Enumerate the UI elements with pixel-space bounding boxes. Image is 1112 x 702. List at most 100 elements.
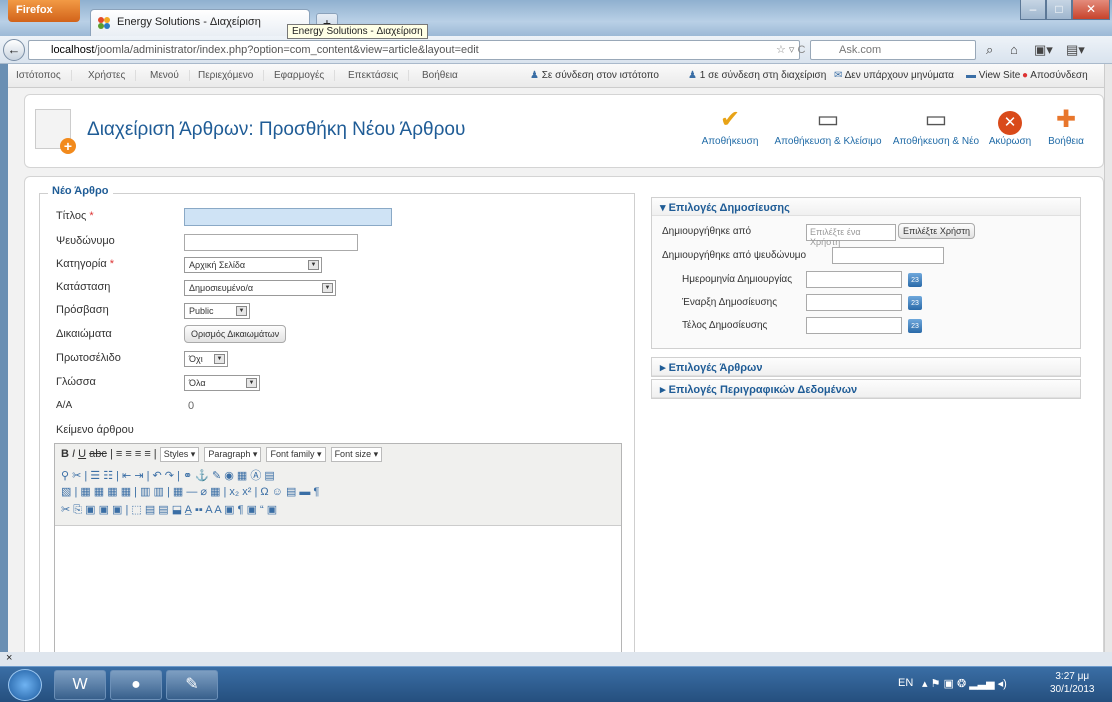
calendar-icon[interactable]: 23 <box>908 319 922 333</box>
toolbar-row-2[interactable]: ⚲ ✂ | ☰ ☷ | ⇤ ⇥ | ↶ ↷ | ⚭ ⚓ ✎ ◉ ▦ Ⓐ ▤ <box>61 467 275 483</box>
reload-icon[interactable]: ☆ ▿ C <box>776 43 805 56</box>
lifebuoy-icon: ✚ <box>1055 106 1077 133</box>
font-size-value: Font size <box>334 449 372 459</box>
logout-link[interactable]: ● Αποσύνδεση <box>1022 70 1088 81</box>
italic-icon[interactable]: I <box>72 448 75 460</box>
metadata-options-panel[interactable]: ▸ Επιλογές Περιγραφικών Δεδομένων <box>651 379 1081 399</box>
search-engine-label: Ask.com <box>839 44 882 56</box>
article-add-icon: + <box>35 109 76 154</box>
help-button[interactable]: ✚ Βοήθεια <box>1043 106 1089 148</box>
tab-title: Energy Solutions - Διαχείριση <box>117 16 261 28</box>
font-size-select[interactable]: Font size ▾ <box>330 447 383 462</box>
messages-status[interactable]: ✉ Δεν υπάρχουν μηνύματα <box>834 70 954 81</box>
created-by-input[interactable]: Επιλέξτε ένα Χρήστη <box>806 224 896 247</box>
close-icon[interactable]: × <box>6 652 12 664</box>
view-site-link[interactable]: ▬ View Site <box>966 70 1020 81</box>
page-scrollbar[interactable] <box>1104 64 1112 652</box>
bold-icon[interactable]: B <box>61 448 69 460</box>
select-user-button[interactable]: Επιλέξτε Χρήστη <box>898 223 976 239</box>
word-taskbar-icon[interactable]: W <box>54 670 106 700</box>
category-label: Κατηγορία * <box>56 258 114 270</box>
admin-users-label: 1 σε σύνδεση στη διαχείριση <box>699 70 827 81</box>
users-icon: ♟ <box>688 70 697 81</box>
save-new-button[interactable]: ▭ Αποθήκευση & Νέο <box>891 107 981 148</box>
font-family-select[interactable]: Font family ▾ <box>266 447 326 462</box>
id-label: Α/Α <box>56 400 73 411</box>
browser-tab[interactable]: Energy Solutions - Διαχείριση <box>90 9 310 36</box>
access-select[interactable]: Public ▼ <box>184 303 250 319</box>
paint-taskbar-icon[interactable]: ✎ <box>166 670 218 700</box>
monitor-icon: ▬ <box>966 70 976 81</box>
toolbar-row-1: B I U abc | ≡ ≡ ≡ ≡ | Styles ▾ Paragraph… <box>61 447 384 462</box>
publishing-options-header[interactable]: ▾ Επιλογές Δημοσίευσης <box>652 198 1080 216</box>
firefox-taskbar-icon[interactable]: ● <box>110 670 162 700</box>
save-close-label: Αποθήκευση & Κλείσιμο <box>774 136 882 147</box>
calendar-icon[interactable]: 23 <box>908 296 922 310</box>
underline-icon[interactable]: U <box>78 448 86 460</box>
search-icon[interactable]: ⌕ <box>986 42 993 58</box>
access-label: Πρόσβαση <box>56 304 109 316</box>
content-area: Νέο Άρθρο Τίτλος * Ψευδώνυμο Κατηγορία *… <box>24 176 1104 663</box>
tray-icons[interactable]: ▴ ⚑ ▣ ❂ ▂▃▅ ◂) <box>922 677 1007 690</box>
browser-titlebar: Firefox Energy Solutions - Διαχείριση + … <box>0 0 1112 39</box>
strikethrough-icon[interactable]: abc <box>89 448 107 460</box>
title-label: Τίτλος * <box>56 210 94 222</box>
metadata-options-header[interactable]: ▸ Επιλογές Περιγραφικών Δεδομένων <box>652 380 1080 398</box>
category-value: Αρχική Σελίδα <box>189 260 246 270</box>
save-label: Αποθήκευση <box>701 136 759 147</box>
cancel-button[interactable]: ✕ Ακύρωση <box>987 107 1033 147</box>
state-select[interactable]: Δημοσιευμένο/α ▼ <box>184 280 336 296</box>
title-label-text: Τίτλος <box>56 210 87 222</box>
toolbar-row-3[interactable]: ▧ | ▦ ▦ ▦ ▦ | ▥ ▥ | ▦ ― ⌀ ▦ | x₂ x² | Ω … <box>61 485 319 498</box>
windows-start-icon[interactable] <box>8 669 42 701</box>
save-close-button[interactable]: ▭ Αποθήκευση & Κλείσιμο <box>773 107 883 148</box>
close-window-button[interactable]: ✕ <box>1072 0 1110 20</box>
language-select[interactable]: Όλα ▼ <box>184 375 260 391</box>
featured-select[interactable]: Όχι ▼ <box>184 351 228 367</box>
styles-select[interactable]: Styles ▾ <box>159 447 200 462</box>
clock[interactable]: 3:27 μμ 30/1/2013 <box>1050 670 1095 696</box>
menu-extensions[interactable]: Επεκτάσεις <box>348 70 410 81</box>
back-arrow-icon[interactable]: ← <box>3 39 25 61</box>
align-icons[interactable]: ≡ ≡ ≡ ≡ <box>116 448 151 460</box>
publish-up-input[interactable] <box>806 294 902 311</box>
publish-down-input[interactable] <box>806 317 902 334</box>
save-button[interactable]: ✔ Αποθήκευση <box>699 106 761 148</box>
menu-site[interactable]: Ιστότοπος <box>16 70 72 81</box>
article-text-label: Κείμενο άρθρου <box>56 424 134 436</box>
created-date-label: Ημερομηνία Δημιουργίας <box>682 274 793 285</box>
menu-menus[interactable]: Μενού <box>150 70 190 81</box>
bookmarks-icon[interactable]: ▣▾ <box>1034 42 1053 58</box>
maximize-button[interactable]: □ <box>1046 0 1072 20</box>
set-permissions-button[interactable]: Ορισμός Δικαιωμάτων <box>184 325 287 343</box>
firefox-menu-button[interactable]: Firefox <box>8 0 80 22</box>
menu-users[interactable]: Χρήστες <box>88 70 137 81</box>
styles-value: Styles <box>163 449 189 459</box>
created-by-alias-input[interactable] <box>832 247 944 264</box>
url-bar[interactable]: localhost/joomla/administrator/index.php… <box>28 40 800 60</box>
paragraph-select[interactable]: Paragraph ▾ <box>204 447 262 462</box>
created-date-input[interactable] <box>806 271 902 288</box>
minimize-button[interactable]: – <box>1020 0 1046 20</box>
calendar-icon[interactable]: 23 <box>908 273 922 287</box>
editor-body[interactable] <box>55 526 621 656</box>
title-input[interactable] <box>184 208 392 226</box>
menu-content[interactable]: Περιεχόμενο <box>198 70 265 81</box>
search-input[interactable]: Ask.com <box>810 40 976 60</box>
category-select[interactable]: Αρχική Σελίδα ▼ <box>184 257 322 273</box>
url-host: localhost <box>51 44 95 56</box>
admin-page: + Διαχείριση Άρθρων: Προσθήκη Νέου Άρθρο… <box>8 88 1104 663</box>
article-options-panel[interactable]: ▸ Επιλογές Άρθρων <box>651 357 1081 377</box>
toolbar-row-4[interactable]: ✂ ⎘ ▣ ▣ ▣ | ⬚ ▤ ▤ ⬓ A̲ ▪▪ A A ▣ ¶ ▣ “ ▣ <box>61 503 277 517</box>
language-indicator[interactable]: EN <box>898 677 913 689</box>
addons-icon[interactable]: ▤▾ <box>1066 42 1085 58</box>
checkmark-icon: ✔ <box>719 106 741 133</box>
created-by-alias-label: Δημιουργήθηκε από ψευδώνυμο <box>662 250 807 261</box>
alias-input[interactable] <box>184 234 358 251</box>
home-icon[interactable]: ⌂ <box>1010 42 1018 57</box>
menu-help[interactable]: Βοήθεια <box>422 70 468 81</box>
menu-components[interactable]: Εφαρμογές <box>274 70 336 81</box>
chevron-down-icon: ▼ <box>308 260 319 270</box>
article-options-header[interactable]: ▸ Επιλογές Άρθρων <box>652 358 1080 376</box>
view-site-label: View Site <box>978 70 1021 81</box>
